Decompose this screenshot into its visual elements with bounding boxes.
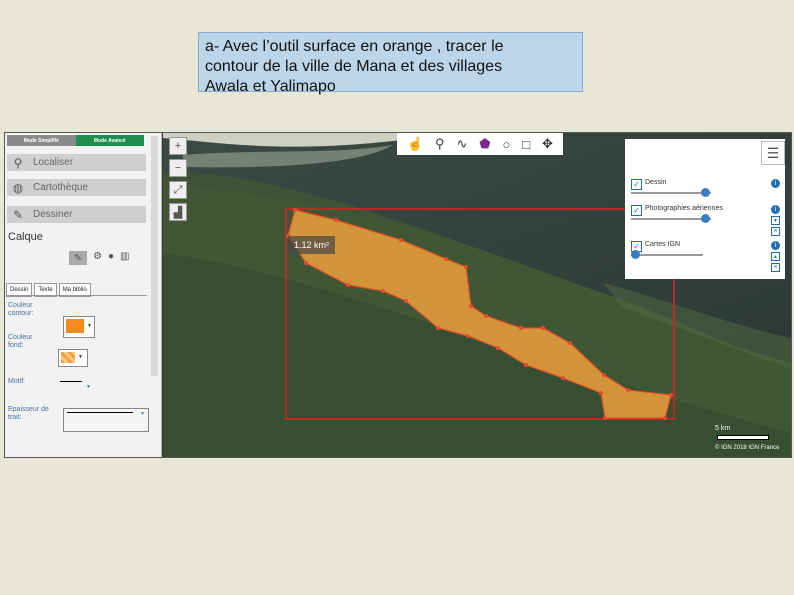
brush-icon: ✎ [12,207,24,222]
layer-name: Dessin [645,179,667,186]
dessin-tab-pane: Couleur contour: ▼ Couleur fond: ▼ Motif… [6,295,149,456]
instruction-box: a- Avec l’outil surface en orange , trac… [198,32,583,95]
layer-switcher: ☰ ✓ Dessin i ✓ Photographies aériennes i… [625,139,785,279]
info-icon[interactable]: i [771,241,780,250]
chevron-down-icon: ▼ [87,323,92,329]
section-label: Cartothèque [33,182,89,193]
couleur-fond-label: Couleur fond: [8,334,33,349]
move-up-icon[interactable]: ▲ [771,252,780,261]
line-icon[interactable]: ∿ [456,136,467,152]
couleur-fond-picker[interactable]: ▼ [58,349,88,367]
layer-name: Photographies aériennes [645,205,723,212]
layer-visibility-checkbox[interactable]: ✓ [631,205,642,216]
epaisseur-select[interactable]: ▼ [63,408,149,432]
circle-icon[interactable]: ○ [503,137,511,152]
opacity-slider[interactable] [631,218,711,220]
settings-gear-icon[interactable]: ⚙ [93,251,102,265]
section-label: Dessiner [33,209,73,220]
panel-scrollbar[interactable] [151,136,158,376]
elevation-profile-button[interactable]: ▟ [169,203,187,221]
epaisseur-label: Epaisseur de trait: [8,406,49,421]
instruction-line-3: Awala et Yalimapo [205,78,336,95]
orange-pattern-swatch [61,352,75,363]
motif-label: Motif: [8,378,26,385]
zoom-in-button[interactable]: + [169,137,187,155]
remove-layer-icon[interactable]: × [771,263,780,272]
hand-pointer-icon[interactable]: ☝ [407,136,423,152]
move-icon[interactable]: ✥ [542,136,553,152]
polygon-tool-icon[interactable]: ⬟ [479,136,490,152]
mode-advanced-button[interactable]: Mode Avancé [75,135,144,146]
remove-layer-icon[interactable]: × [771,227,780,236]
paint-brush-icon[interactable]: ✎ [69,251,87,265]
layer-visibility-checkbox[interactable]: ✓ [631,179,642,190]
opacity-slider-knob[interactable] [631,250,640,259]
chevron-down-icon: ▼ [78,354,83,360]
calque-tools: ✎ ⚙ ● ▥ [69,251,129,265]
section-label: Localiser [33,157,74,168]
section-dessiner[interactable]: ✎ Dessiner [7,206,146,223]
info-icon[interactable]: i [771,179,780,188]
fullscreen-button[interactable]: ⤢ [169,181,187,199]
instruction-line-2: contour de la ville de Mana et des villa… [205,58,503,75]
map-attribution: © IGN 2018 IGN France [715,445,780,451]
left-panel: Mode Simplifié Mode Avancé ⚲ Localiser ◍… [5,133,162,457]
move-down-icon[interactable]: ▼ [771,216,780,225]
zoom-out-button[interactable]: − [169,159,187,177]
couleur-contour-label: Couleur contour: [8,302,34,317]
trash-icon[interactable]: ▥ [120,251,129,265]
chevron-down-icon: ▼ [140,411,145,417]
chevron-down-icon: ▼ [86,384,91,390]
draw-toolbar: ☝ ⚲ ∿ ⬟ ○ □ ✥ [397,133,563,155]
instruction-line-1: a- Avec l’outil surface en orange , trac… [205,38,504,55]
mode-switch: Mode Simplifié Mode Avancé [7,135,144,146]
couleur-contour-picker[interactable]: ▼ [63,316,95,338]
opacity-slider[interactable] [631,254,703,256]
layers-icon[interactable]: ☰ [761,141,785,165]
globe-icon: ◍ [12,180,24,195]
opacity-slider[interactable] [631,192,711,194]
search-icon: ⚲ [13,155,23,170]
section-cartotheque[interactable]: ◍ Cartothèque [7,179,146,196]
area-measure-label: 1.12 km² [288,236,336,254]
opacity-slider-knob[interactable] [701,214,710,223]
orange-swatch [66,319,84,333]
layer-name: Cartes IGN [645,241,681,248]
marker-icon[interactable]: ⚲ [435,136,445,152]
calque-label: Calque [8,231,43,243]
section-localiser[interactable]: ⚲ Localiser [7,154,146,171]
scale-bar [717,435,769,440]
map-view[interactable]: + − ⤢ ▟ ☝ ⚲ ∿ ⬟ ○ □ ✥ 1.12 km² ☰ ✓ Dessi… [163,133,791,457]
mode-simple-button[interactable]: Mode Simplifié [7,135,76,146]
scale-label: 5 km [715,425,731,432]
geoportail-app: Mode Simplifié Mode Avancé ⚲ Localiser ◍… [4,132,792,458]
comment-icon[interactable]: ● [108,251,114,265]
zoom-controls: + − ⤢ ▟ [169,137,187,225]
opacity-slider-knob[interactable] [701,188,710,197]
info-icon[interactable]: i [771,205,780,214]
line-pattern-preview [60,381,82,382]
square-icon[interactable]: □ [522,137,530,152]
motif-select[interactable]: ▼ [58,376,92,394]
thickness-preview [67,412,133,413]
